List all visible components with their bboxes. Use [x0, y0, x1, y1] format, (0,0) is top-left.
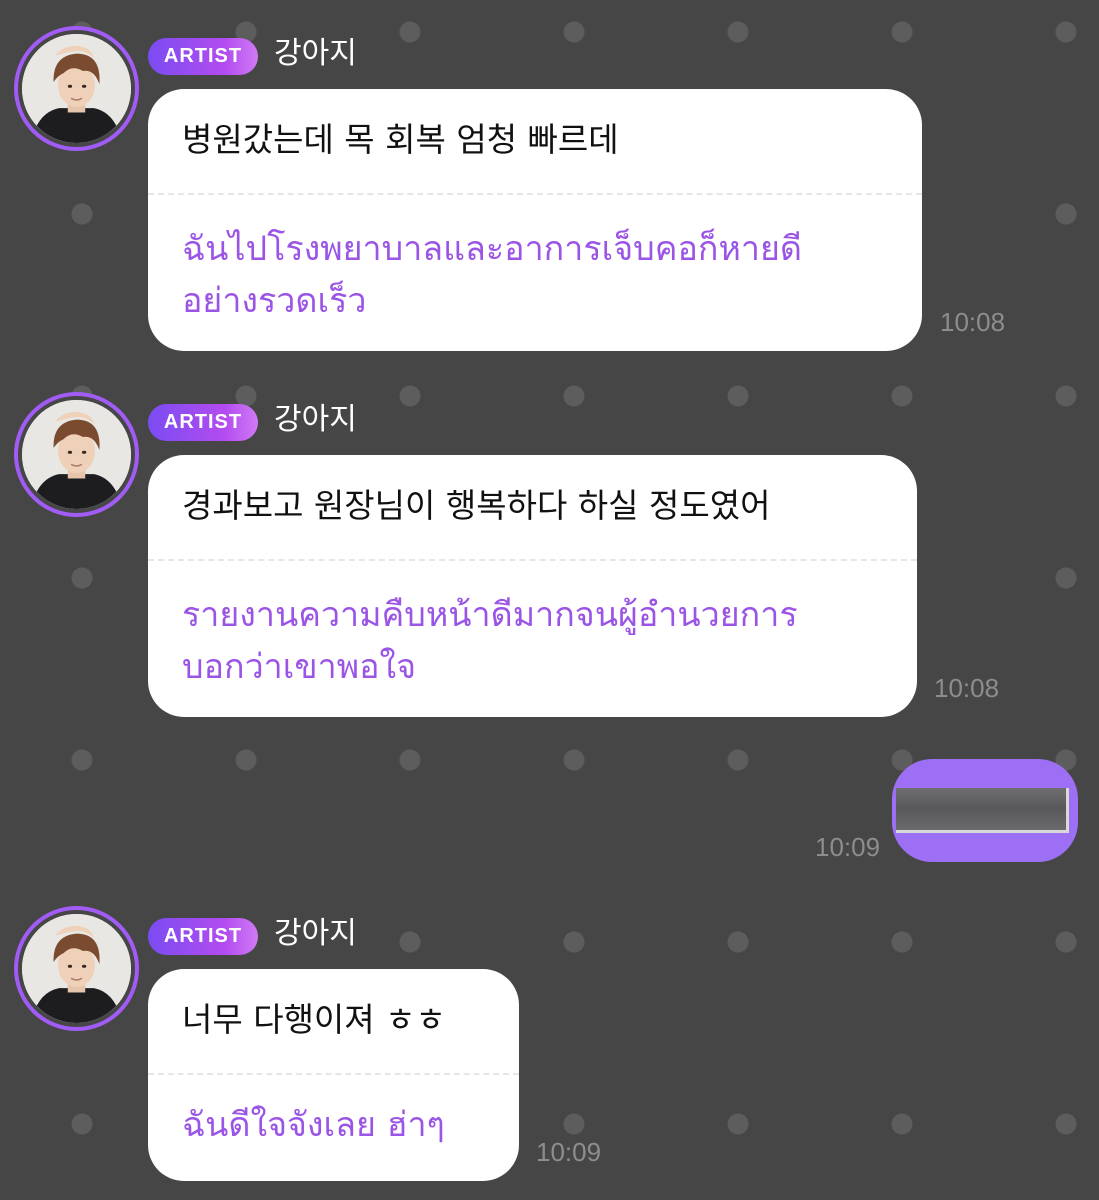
avatar[interactable]	[14, 392, 139, 517]
artist-photo-icon	[22, 914, 131, 1023]
artist-badge: ARTIST	[148, 38, 258, 75]
original-text: 경과보고 원장님이 행복하다 하실 정도였어	[182, 486, 771, 525]
translation-line: บอกว่าเขาพอใจ	[182, 647, 417, 687]
translation-line: รายงานความคืบหน้าดีมากจนผู้อำนวยการ	[182, 595, 798, 635]
translation-line: ฉันดีใจจังเลย ฮ่าๆ	[182, 1105, 445, 1145]
sent-timestamp: 10:09	[815, 832, 881, 862]
sent-message-bubble[interactable]	[892, 759, 1078, 862]
translation-line: ฉันไปโรงพยาบาลและอาการเจ็บคอก็หายดี	[182, 229, 802, 269]
redacted-content	[896, 788, 1069, 833]
avatar[interactable]	[14, 26, 139, 151]
artist-badge: ARTIST	[148, 404, 258, 441]
sender-name: 강아지	[274, 402, 357, 437]
sender-name: 강아지	[274, 36, 357, 71]
artist-badge: ARTIST	[148, 918, 258, 955]
divider	[148, 1073, 519, 1075]
translation-line: อย่างรวดเร็ว	[182, 281, 367, 321]
sender-name: 강아지	[274, 916, 357, 951]
timestamp: 10:09	[536, 1137, 602, 1167]
divider	[148, 193, 922, 195]
timestamp: 10:08	[934, 673, 1000, 703]
avatar[interactable]	[14, 906, 139, 1031]
timestamp: 10:08	[940, 307, 1006, 337]
message-bubble[interactable]: 너무 다행이져 ㅎㅎ ฉันดีใจจังเลย ฮ่าๆ	[148, 969, 519, 1181]
divider	[148, 559, 917, 561]
chat-screen: { "sender": { "badge": "ARTIST", "name":…	[0, 0, 1099, 1200]
original-text: 너무 다행이져 ㅎㅎ	[182, 1000, 446, 1039]
message-bubble[interactable]: 경과보고 원장님이 행복하다 하실 정도였어 รายงานความคืบหน้า…	[148, 455, 917, 717]
original-text: 병원갔는데 목 회복 엄청 빠르데	[182, 120, 619, 159]
artist-photo-icon	[22, 34, 131, 143]
message-bubble[interactable]: 병원갔는데 목 회복 엄청 빠르데 ฉันไปโรงพยาบาลและอาการ…	[148, 89, 922, 351]
artist-photo-icon	[22, 400, 131, 509]
